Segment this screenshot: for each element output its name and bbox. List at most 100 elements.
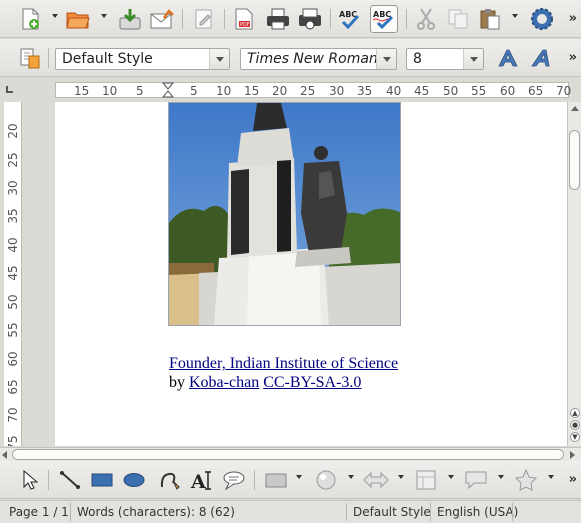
vruler-tick: 75 <box>6 435 20 446</box>
statusbar-separator <box>512 503 513 521</box>
page-style-indicator[interactable]: Default Style <box>353 505 431 519</box>
ruler-tick: 50 <box>443 84 459 98</box>
toolbar-overflow-icon[interactable]: » <box>569 11 577 26</box>
vertical-scroll-thumb[interactable] <box>569 130 580 190</box>
paragraph-style-combo[interactable]: Default Style <box>55 48 230 70</box>
caption-link[interactable]: Founder, Indian Institute of Science <box>169 355 398 372</box>
vruler-tick: 20 <box>6 123 20 139</box>
drawing-toolbar-overflow-icon[interactable]: » <box>569 472 577 487</box>
document-page[interactable]: Founder, Indian Institute of Science by … <box>55 102 567 446</box>
copy-icon[interactable] <box>444 5 472 33</box>
new-dropdown-arrow[interactable] <box>52 14 58 18</box>
page-indicator[interactable]: Page 1 / 1 <box>9 505 69 519</box>
license-link[interactable]: CC-BY-SA-3.0 <box>263 374 361 391</box>
ruler-tick: 15 <box>74 84 90 98</box>
stars-icon[interactable] <box>512 466 540 494</box>
author-link[interactable]: Koba-chan <box>189 374 259 391</box>
stars-dropdown-arrow[interactable] <box>548 475 554 479</box>
previous-page-icon[interactable]: ▲ <box>570 408 580 418</box>
print-preview-icon[interactable] <box>296 5 324 33</box>
edit-mode-icon[interactable] <box>190 5 218 33</box>
toolbar-separator <box>254 470 255 490</box>
paste-dropdown-arrow[interactable] <box>512 14 518 18</box>
svg-text:ABC: ABC <box>373 10 391 19</box>
vruler-tick: 65 <box>6 379 20 395</box>
flowchart-dropdown-arrow[interactable] <box>448 475 454 479</box>
paste-icon[interactable] <box>476 5 504 33</box>
statue-photo[interactable] <box>168 102 401 326</box>
paragraph-style-value: Default Style <box>62 51 153 67</box>
vruler-tick: 70 <box>6 407 20 423</box>
settings-icon[interactable] <box>528 5 556 33</box>
ruler-tick: 70 <box>556 84 572 98</box>
rectangle-icon[interactable] <box>88 466 116 494</box>
language-indicator[interactable]: English (USA) <box>437 505 518 519</box>
toolbar-separator <box>330 9 331 29</box>
format-toolbar-overflow-icon[interactable]: » <box>569 50 577 65</box>
font-name-value: Times New Roman <box>247 51 378 67</box>
bold-a-icon[interactable] <box>494 44 522 72</box>
basic-shapes-icon[interactable] <box>262 466 290 494</box>
scroll-up-icon[interactable] <box>571 106 579 111</box>
new-document-icon[interactable] <box>16 5 44 33</box>
horizontal-scroll-thumb[interactable] <box>12 449 564 460</box>
save-icon[interactable] <box>116 5 144 33</box>
block-arrows-dropdown-arrow[interactable] <box>398 475 404 479</box>
basic-shapes-dropdown-arrow[interactable] <box>296 475 302 479</box>
symbol-shapes-icon[interactable] <box>312 466 340 494</box>
vertical-scrollbar[interactable]: ▲ ● ▼ <box>567 102 581 446</box>
callouts-icon[interactable] <box>462 466 490 494</box>
open-dropdown-arrow[interactable] <box>101 14 107 18</box>
ruler-row: 15 10 5 5 10 15 20 25 30 35 40 45 50 55 … <box>0 78 581 102</box>
ruler-tick: 60 <box>500 84 516 98</box>
ruler-tick: 5 <box>136 84 144 98</box>
italic-a-icon[interactable] <box>528 44 556 72</box>
email-icon[interactable] <box>148 5 176 33</box>
indent-marker-icon[interactable] <box>161 82 175 98</box>
font-name-combo[interactable]: Times New Roman <box>240 48 397 70</box>
vruler-tick: 40 <box>6 237 20 253</box>
flowchart-icon[interactable] <box>412 466 440 494</box>
font-size-dropdown-icon[interactable] <box>463 49 483 69</box>
statusbar-separator <box>346 503 347 521</box>
next-page-icon[interactable]: ▼ <box>570 432 580 442</box>
block-arrows-icon[interactable] <box>362 466 390 494</box>
vruler-tick: 30 <box>6 180 20 196</box>
horizontal-ruler[interactable]: 15 10 5 5 10 15 20 25 30 35 40 45 50 55 … <box>55 82 572 98</box>
toolbar-separator <box>182 9 183 29</box>
autospellcheck-icon[interactable]: ABC <box>370 5 398 33</box>
ruler-tick: 40 <box>386 84 402 98</box>
line-icon[interactable] <box>56 466 84 494</box>
open-folder-icon[interactable] <box>64 5 92 33</box>
spellcheck-icon[interactable]: ABC <box>336 5 364 33</box>
print-icon[interactable] <box>264 5 292 33</box>
symbol-shapes-dropdown-arrow[interactable] <box>348 475 354 479</box>
ruler-tick: 5 <box>190 84 198 98</box>
horizontal-scrollbar[interactable] <box>0 447 581 461</box>
callouts-dropdown-arrow[interactable] <box>498 475 504 479</box>
export-pdf-icon[interactable]: PDF <box>230 5 258 33</box>
tab-stop-type-icon[interactable] <box>6 86 13 93</box>
vruler-tick: 60 <box>6 351 20 367</box>
word-count[interactable]: Words (characters): 8 (62) <box>77 505 235 519</box>
toolbar-separator <box>48 48 49 68</box>
paragraph-style-dropdown-icon[interactable] <box>209 49 229 69</box>
ruler-tick: 55 <box>471 84 487 98</box>
ruler-tick: 30 <box>329 84 345 98</box>
vruler-tick: 55 <box>6 322 20 338</box>
vertical-ruler[interactable]: 20 25 30 35 40 45 50 55 60 65 70 75 <box>4 102 22 446</box>
styles-and-formatting-icon[interactable] <box>16 44 44 72</box>
ellipse-icon[interactable] <box>120 466 148 494</box>
navigator-icon[interactable]: ● <box>570 420 580 430</box>
select-arrow-icon[interactable] <box>16 466 44 494</box>
ruler-tick: 15 <box>244 84 260 98</box>
document-area[interactable]: Founder, Indian Institute of Science by … <box>22 102 567 446</box>
scroll-right-icon[interactable] <box>570 451 575 459</box>
freeform-line-icon[interactable] <box>156 466 184 494</box>
cut-icon[interactable] <box>412 5 440 33</box>
callout-icon[interactable] <box>220 466 248 494</box>
font-name-dropdown-icon[interactable] <box>376 49 396 69</box>
scroll-left-icon[interactable] <box>2 451 7 459</box>
text-tool-icon[interactable]: A <box>188 466 216 494</box>
font-size-combo[interactable]: 8 <box>406 48 484 70</box>
